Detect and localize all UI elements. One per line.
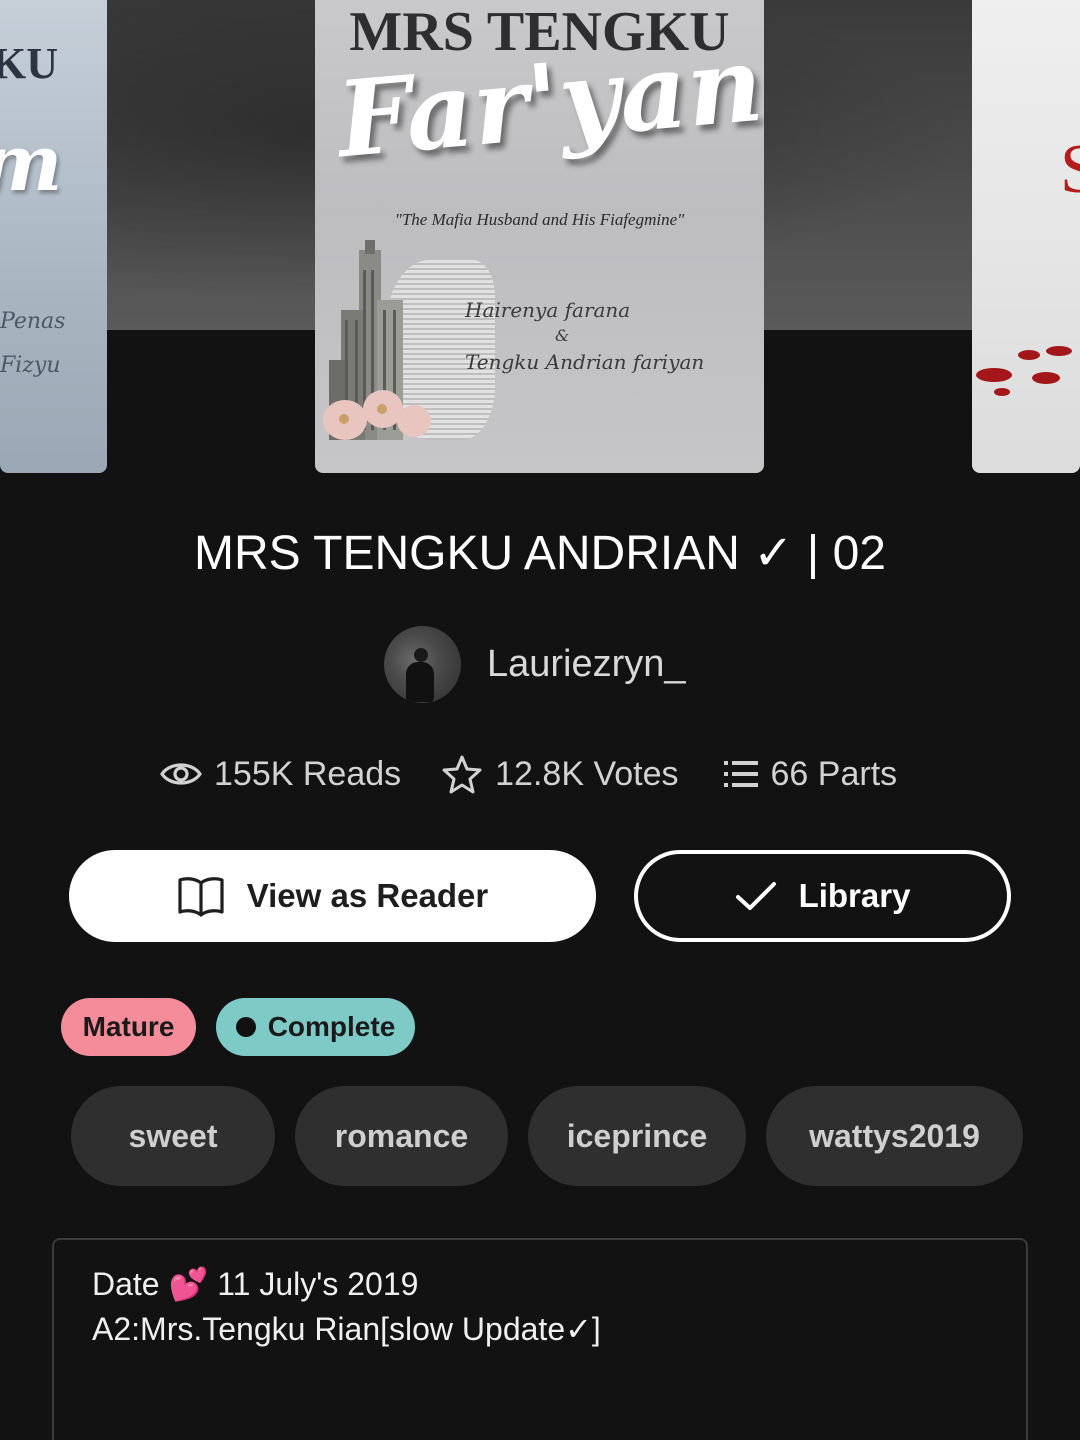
parts-stat: 66 Parts: [723, 754, 898, 794]
previous-cover-names: Penas Fizyu: [0, 309, 66, 378]
previous-story-cover[interactable]: KU m Penas Fizyu: [0, 0, 107, 473]
flower-center: [339, 414, 349, 424]
cover-tagline: "The Mafia Husband and His Fiafegmine": [394, 210, 685, 229]
description-line: Date 💕 11 July's 2019: [92, 1266, 419, 1302]
author-link[interactable]: Lauriezryn_: [384, 625, 686, 703]
tag-wattys2019[interactable]: wattys2019: [766, 1086, 1023, 1186]
story-cover[interactable]: MRS TENGKU Far'yan "The Mafia Husband an…: [315, 0, 764, 473]
author-avatar[interactable]: [384, 625, 461, 703]
story-stats: 155K Reads 12.8K Votes 66 Parts: [160, 748, 897, 800]
story-detail-page: KU m Penas Fizyu MRS TENGKU Far'yan "The…: [0, 0, 1080, 1440]
petal-decoration: [994, 388, 1010, 396]
petal-decoration: [1046, 346, 1072, 356]
author-name[interactable]: Lauriezryn_: [487, 643, 686, 686]
cover-names: Hairenya farana & Tengku Andrian fariyan: [465, 298, 705, 374]
mature-badge: Mature: [61, 998, 196, 1056]
previous-cover-script: m: [0, 118, 63, 209]
library-label: Library: [798, 877, 911, 914]
flower-decoration: [397, 405, 431, 437]
checkmark-icon: [735, 882, 776, 910]
parts-count: 66 Parts: [770, 754, 898, 793]
view-as-reader-label: View as Reader: [246, 877, 489, 914]
complete-label: Complete: [267, 1011, 396, 1042]
tag-iceprince[interactable]: iceprince: [528, 1086, 746, 1186]
view-as-reader-button[interactable]: View as Reader: [69, 850, 596, 942]
petal-decoration: [976, 368, 1012, 382]
star-icon: [442, 755, 482, 794]
reads-count: 155K Reads: [214, 754, 402, 793]
description-line: A2:Mrs.Tengku Rian[slow Update✓]: [92, 1311, 601, 1347]
library-button[interactable]: Library: [634, 850, 1011, 942]
votes-count: 12.8K Votes: [495, 754, 679, 793]
previous-cover-title: KU: [0, 39, 58, 88]
eye-icon: [160, 763, 202, 785]
status-dot-icon: [235, 1017, 256, 1037]
petal-decoration: [1018, 350, 1040, 360]
complete-badge: Complete: [216, 998, 415, 1056]
next-story-cover[interactable]: S: [972, 0, 1080, 473]
petal-decoration: [1032, 372, 1060, 384]
list-icon: [723, 761, 758, 787]
story-description: Date 💕 11 July's 2019 A2:Mrs.Tengku Rian…: [52, 1238, 1028, 1440]
flower-center: [377, 404, 387, 414]
reads-stat: 155K Reads: [160, 755, 401, 794]
tag-sweet[interactable]: sweet: [71, 1086, 275, 1186]
tag-romance[interactable]: romance: [295, 1086, 508, 1186]
votes-stat: 12.8K Votes: [441, 754, 679, 794]
open-book-icon: [178, 877, 224, 917]
story-title: MRS TENGKU ANDRIAN ✓ | 02: [194, 527, 886, 580]
next-cover-letter: S: [1060, 131, 1080, 208]
